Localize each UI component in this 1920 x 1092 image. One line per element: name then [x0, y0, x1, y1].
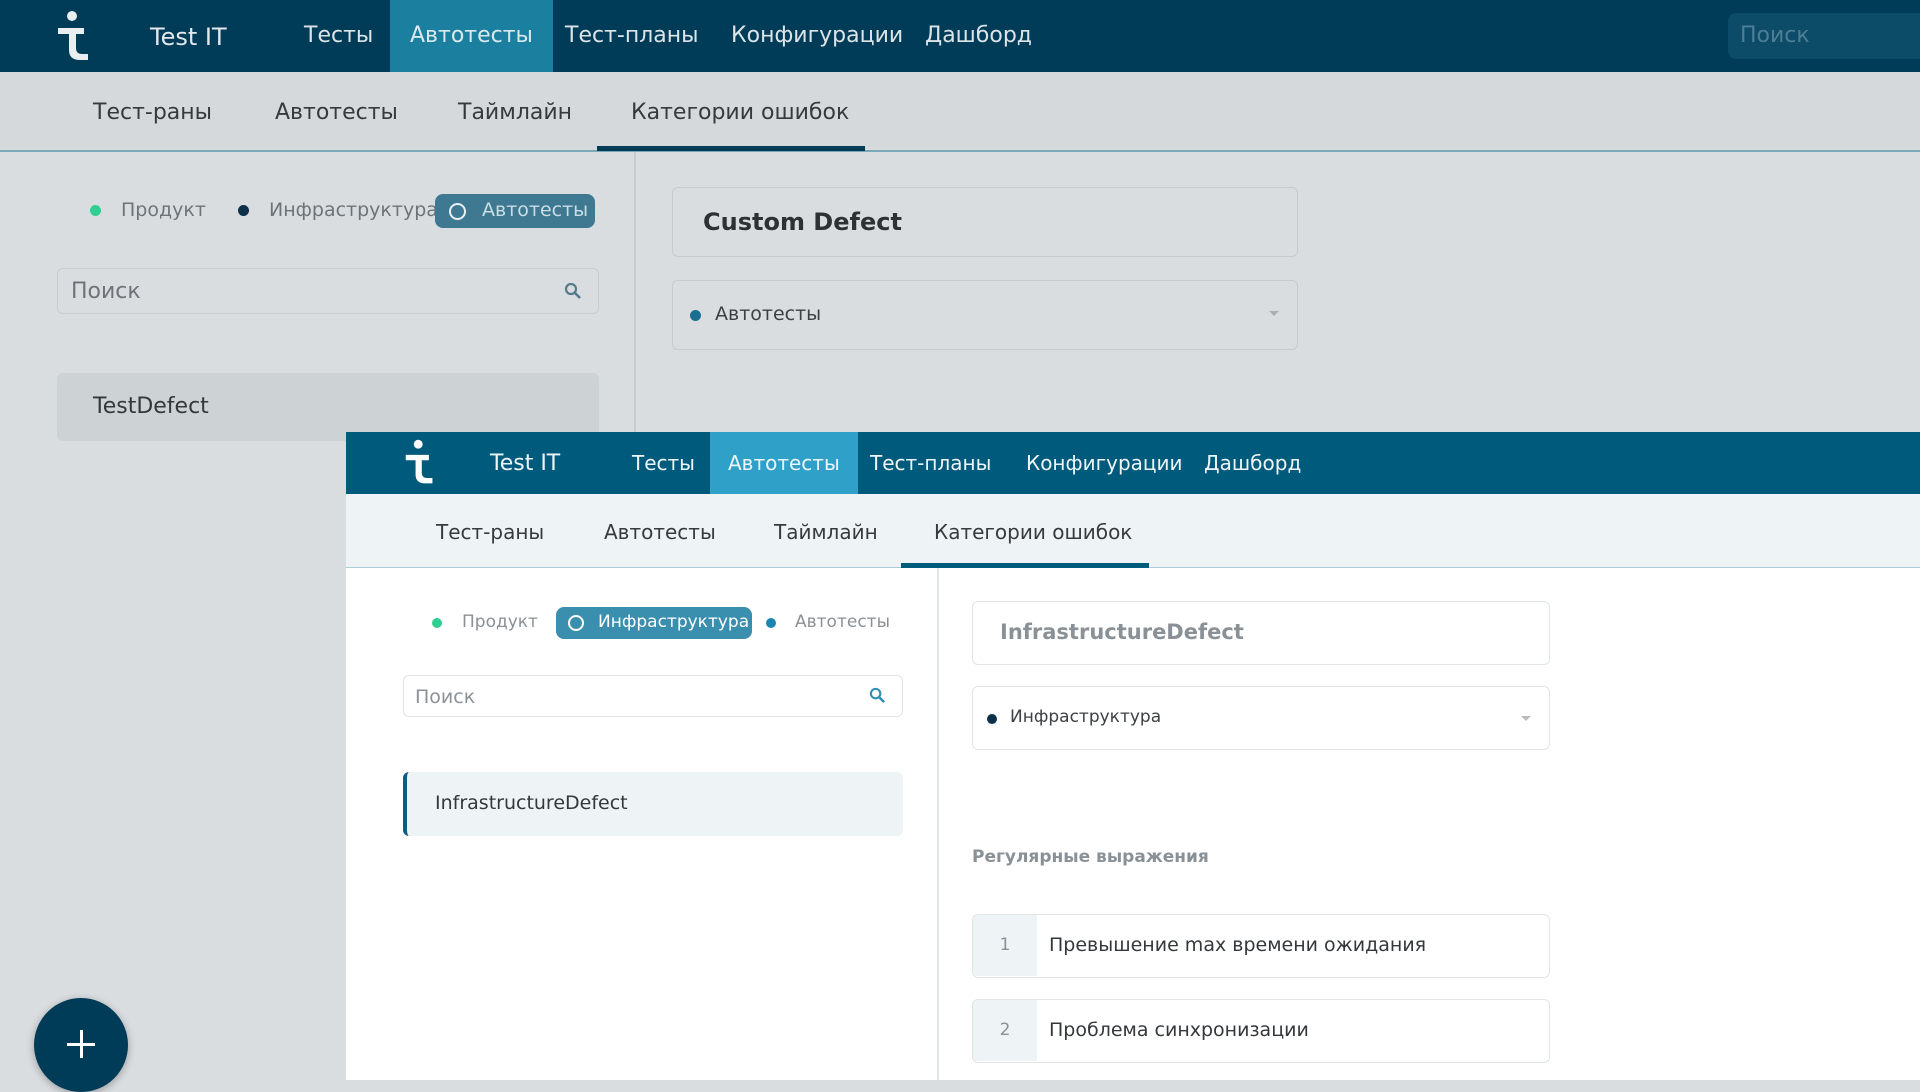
category-search-input[interactable]: Поиск	[403, 675, 903, 717]
app-title[interactable]: Test IT	[490, 451, 560, 476]
back-top-bar: Test IT Тесты Автотесты Тест-планы Конфи…	[0, 0, 1920, 72]
infrastructure-dot-icon	[238, 205, 249, 216]
panel-divider	[937, 568, 939, 1080]
testit-logo-icon[interactable]	[404, 438, 436, 486]
filter-infrastructure-active[interactable]: Инфраструктура	[556, 607, 752, 639]
regex-row-text[interactable]: Проблема синхронизации	[1049, 1019, 1309, 1041]
category-select[interactable]: Автотесты	[672, 280, 1298, 350]
foreground-window: Test IT Тесты Автотесты Тест-планы Конфи…	[346, 432, 1920, 1080]
subtab-timeline[interactable]: Таймлайн	[774, 520, 878, 544]
filter-product[interactable]: Продукт	[121, 199, 206, 221]
autotests-dot-icon	[690, 310, 701, 321]
category-search-input[interactable]: Поиск	[57, 268, 599, 314]
regex-row[interactable]: 1 Превышение max времени ожидания	[972, 914, 1550, 978]
nav-test-plans[interactable]: Тест-планы	[545, 0, 719, 72]
product-dot-icon	[432, 618, 442, 628]
nav-tests[interactable]: Тесты	[614, 432, 713, 494]
filter-autotests-label: Автотесты	[482, 199, 589, 221]
regex-row[interactable]: 2 Проблема синхронизации	[972, 999, 1550, 1063]
regex-row-number: 1	[973, 915, 1037, 976]
add-button[interactable]	[34, 998, 128, 1092]
front-top-bar: Test IT Тесты Автотесты Тест-планы Конфи…	[346, 432, 1920, 494]
nav-autotests[interactable]: Автотесты	[710, 432, 858, 494]
search-icon	[869, 687, 885, 703]
subtab-error-categories[interactable]: Категории ошибок	[934, 520, 1132, 544]
regex-row-text[interactable]: Превышение max времени ожидания	[1049, 934, 1426, 956]
filter-infrastructure-label: Инфраструктура	[598, 612, 750, 632]
chevron-down-icon	[1521, 716, 1531, 721]
subtab-autotests[interactable]: Автотесты	[604, 520, 716, 544]
regex-section-heading: Регулярные выражения	[972, 847, 1209, 867]
search-placeholder: Поиск	[71, 279, 141, 304]
infrastructure-dot-icon	[987, 714, 997, 724]
nav-configurations[interactable]: Конфигурации	[711, 0, 923, 72]
subtab-timeline[interactable]: Таймлайн	[458, 100, 572, 125]
search-icon	[564, 282, 581, 299]
filter-infrastructure[interactable]: Инфраструктура	[269, 199, 438, 221]
defect-name-value: InfrastructureDefect	[1000, 620, 1244, 644]
filter-autotests-active[interactable]: Автотесты	[435, 194, 595, 228]
nav-test-plans[interactable]: Тест-планы	[852, 432, 1009, 494]
list-item-label: TestDefect	[93, 394, 209, 419]
defect-name-field[interactable]: Custom Defect	[672, 187, 1298, 257]
category-select-value: Инфраструктура	[1010, 707, 1162, 727]
front-subtabs-bar	[346, 494, 1920, 568]
defect-name-value: Custom Defect	[703, 208, 902, 236]
panel-divider	[634, 152, 636, 432]
testit-logo-icon[interactable]	[56, 10, 92, 62]
nav-dashboard[interactable]: Дашборд	[905, 0, 1052, 72]
filter-autotests[interactable]: Автотесты	[795, 612, 890, 632]
subtab-test-runs[interactable]: Тест-раны	[93, 100, 212, 125]
subtab-test-runs[interactable]: Тест-раны	[436, 520, 544, 544]
global-search-input[interactable]: Поиск	[1728, 13, 1920, 59]
nav-dashboard[interactable]: Дашборд	[1186, 432, 1319, 494]
category-select[interactable]: Инфраструктура	[972, 686, 1550, 750]
filter-product[interactable]: Продукт	[462, 612, 538, 632]
list-item[interactable]: TestDefect	[57, 373, 599, 441]
defect-name-field[interactable]: InfrastructureDefect	[972, 601, 1550, 665]
regex-row-number: 2	[973, 1000, 1037, 1061]
radio-selected-icon	[568, 615, 584, 631]
app-title[interactable]: Test IT	[150, 23, 227, 51]
radio-selected-icon	[449, 203, 466, 220]
active-subtab-indicator	[597, 146, 865, 151]
list-item-label: InfrastructureDefect	[435, 792, 628, 814]
search-placeholder: Поиск	[415, 686, 476, 708]
chevron-down-icon	[1269, 311, 1279, 316]
list-item-selected[interactable]: InfrastructureDefect	[403, 772, 903, 836]
subtab-autotests[interactable]: Автотесты	[275, 100, 398, 125]
category-select-value: Автотесты	[715, 303, 822, 325]
autotests-dot-icon	[766, 618, 776, 628]
nav-configurations[interactable]: Конфигурации	[1008, 432, 1201, 494]
subtab-error-categories[interactable]: Категории ошибок	[631, 100, 849, 125]
nav-autotests[interactable]: Автотесты	[390, 0, 553, 72]
nav-tests[interactable]: Тесты	[284, 0, 393, 72]
product-dot-icon	[90, 205, 101, 216]
plus-icon-stroke	[80, 1030, 83, 1058]
